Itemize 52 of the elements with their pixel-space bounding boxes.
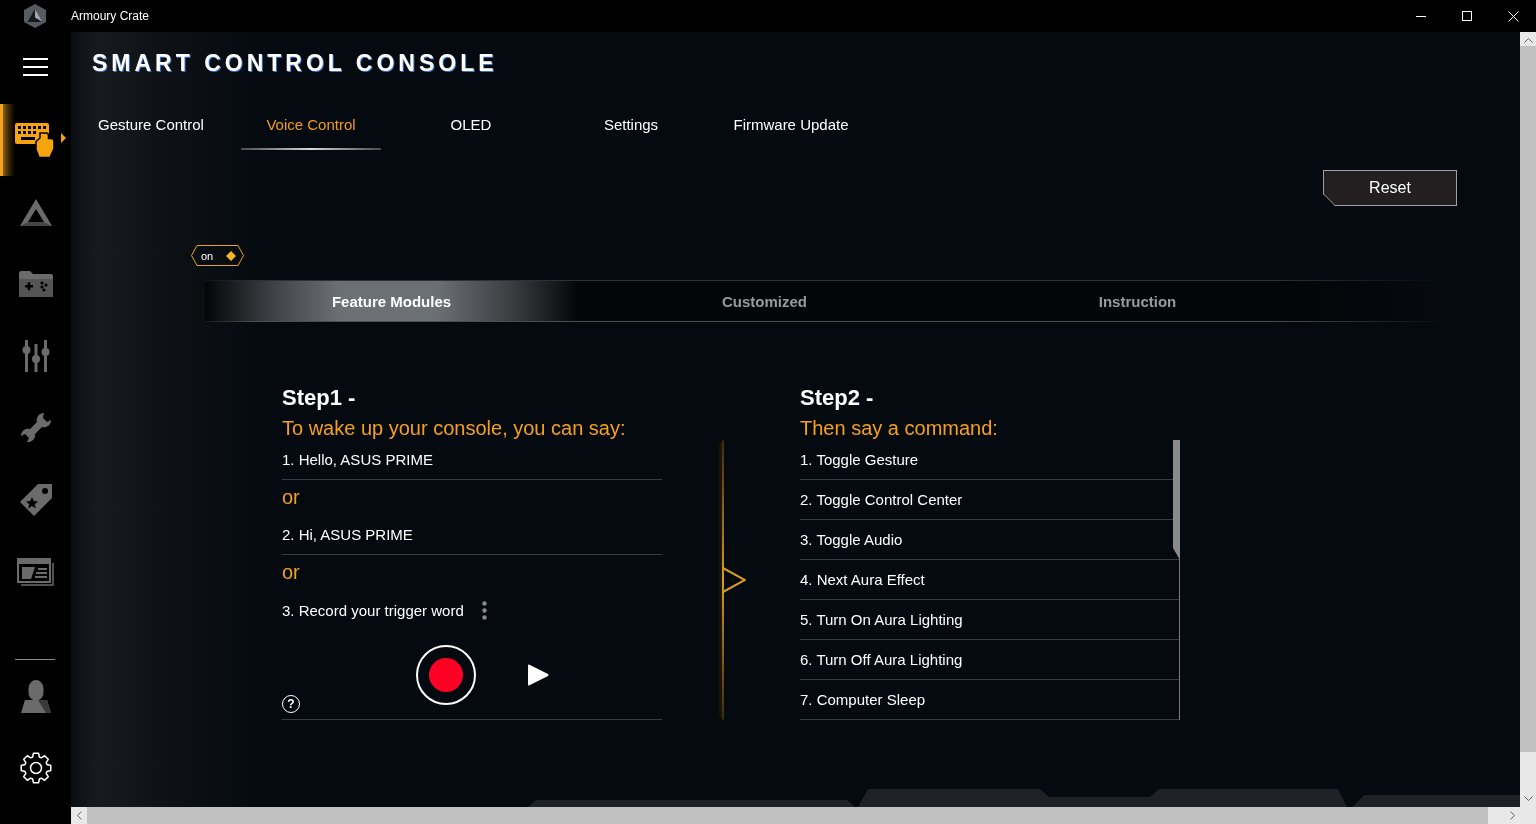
tab[interactable]: Voice Control xyxy=(231,104,391,150)
chevron-up-icon xyxy=(1523,38,1533,43)
tab[interactable]: Settings xyxy=(551,104,711,150)
diamond-icon xyxy=(226,250,236,261)
wrench-icon xyxy=(19,412,52,444)
or-label: or xyxy=(282,486,300,509)
user-icon xyxy=(20,679,51,713)
window-title: Armoury Crate xyxy=(71,9,150,23)
tab[interactable]: Firmware Update xyxy=(711,104,871,150)
play-button[interactable] xyxy=(527,663,549,686)
minimize-icon xyxy=(1416,15,1426,17)
trigger-word-label: 3. Record your trigger word xyxy=(282,601,464,619)
menu-icon xyxy=(23,58,48,76)
record-icon xyxy=(429,657,463,692)
toggle-switch[interactable]: on xyxy=(191,245,244,266)
chevron-right-icon xyxy=(1509,811,1515,820)
list-scrollbar[interactable] xyxy=(1173,440,1180,720)
command-item: 4. Next Aura Effect xyxy=(800,560,1180,600)
more-icon xyxy=(481,600,487,620)
record-button[interactable] xyxy=(416,644,476,705)
tab[interactable]: OLED xyxy=(391,104,551,150)
play-icon xyxy=(527,663,549,686)
command-item: 5. Turn On Aura Lighting xyxy=(800,600,1180,640)
sub-tab[interactable]: Instruction xyxy=(951,281,1324,321)
command-item: 6. Turn Off Aura Lighting xyxy=(800,640,1180,680)
scrollbar-thumb[interactable] xyxy=(1173,440,1180,560)
sliders-icon xyxy=(21,340,50,372)
keyboard-hand-icon xyxy=(15,121,57,159)
chevron-left-icon xyxy=(76,811,82,820)
gamepad-folder-icon xyxy=(18,270,53,298)
close-icon xyxy=(1507,10,1519,22)
step-heading: Step1 - xyxy=(282,385,357,411)
page-title: SMART CONTROL CONSOLE xyxy=(92,49,498,78)
phrase-item: 2. Hi, ASUS PRIME xyxy=(282,515,662,555)
caret-icon xyxy=(61,133,66,143)
settings-icon xyxy=(18,751,53,785)
triangle-icon xyxy=(19,198,52,226)
or-label: or xyxy=(282,561,300,584)
step-subtitle: Then say a command: xyxy=(800,416,999,440)
command-item: 7. Computer Sleep xyxy=(800,680,1180,720)
app-logo-icon xyxy=(22,3,48,29)
maximize-icon xyxy=(1462,11,1472,21)
more-button[interactable] xyxy=(481,600,487,620)
tab[interactable]: Gesture Control xyxy=(71,104,231,150)
chevron-down-icon xyxy=(1523,796,1533,801)
sub-tab[interactable]: Customized xyxy=(578,281,951,321)
step-subtitle: To wake up your console, you can say: xyxy=(282,416,627,440)
phrase-item: 1. Hello, ASUS PRIME xyxy=(282,440,662,480)
tag-star-icon xyxy=(18,483,53,517)
reset-button[interactable]: Reset xyxy=(1323,170,1457,206)
step-heading: Step2 - xyxy=(800,385,875,411)
window-icon xyxy=(16,558,55,586)
